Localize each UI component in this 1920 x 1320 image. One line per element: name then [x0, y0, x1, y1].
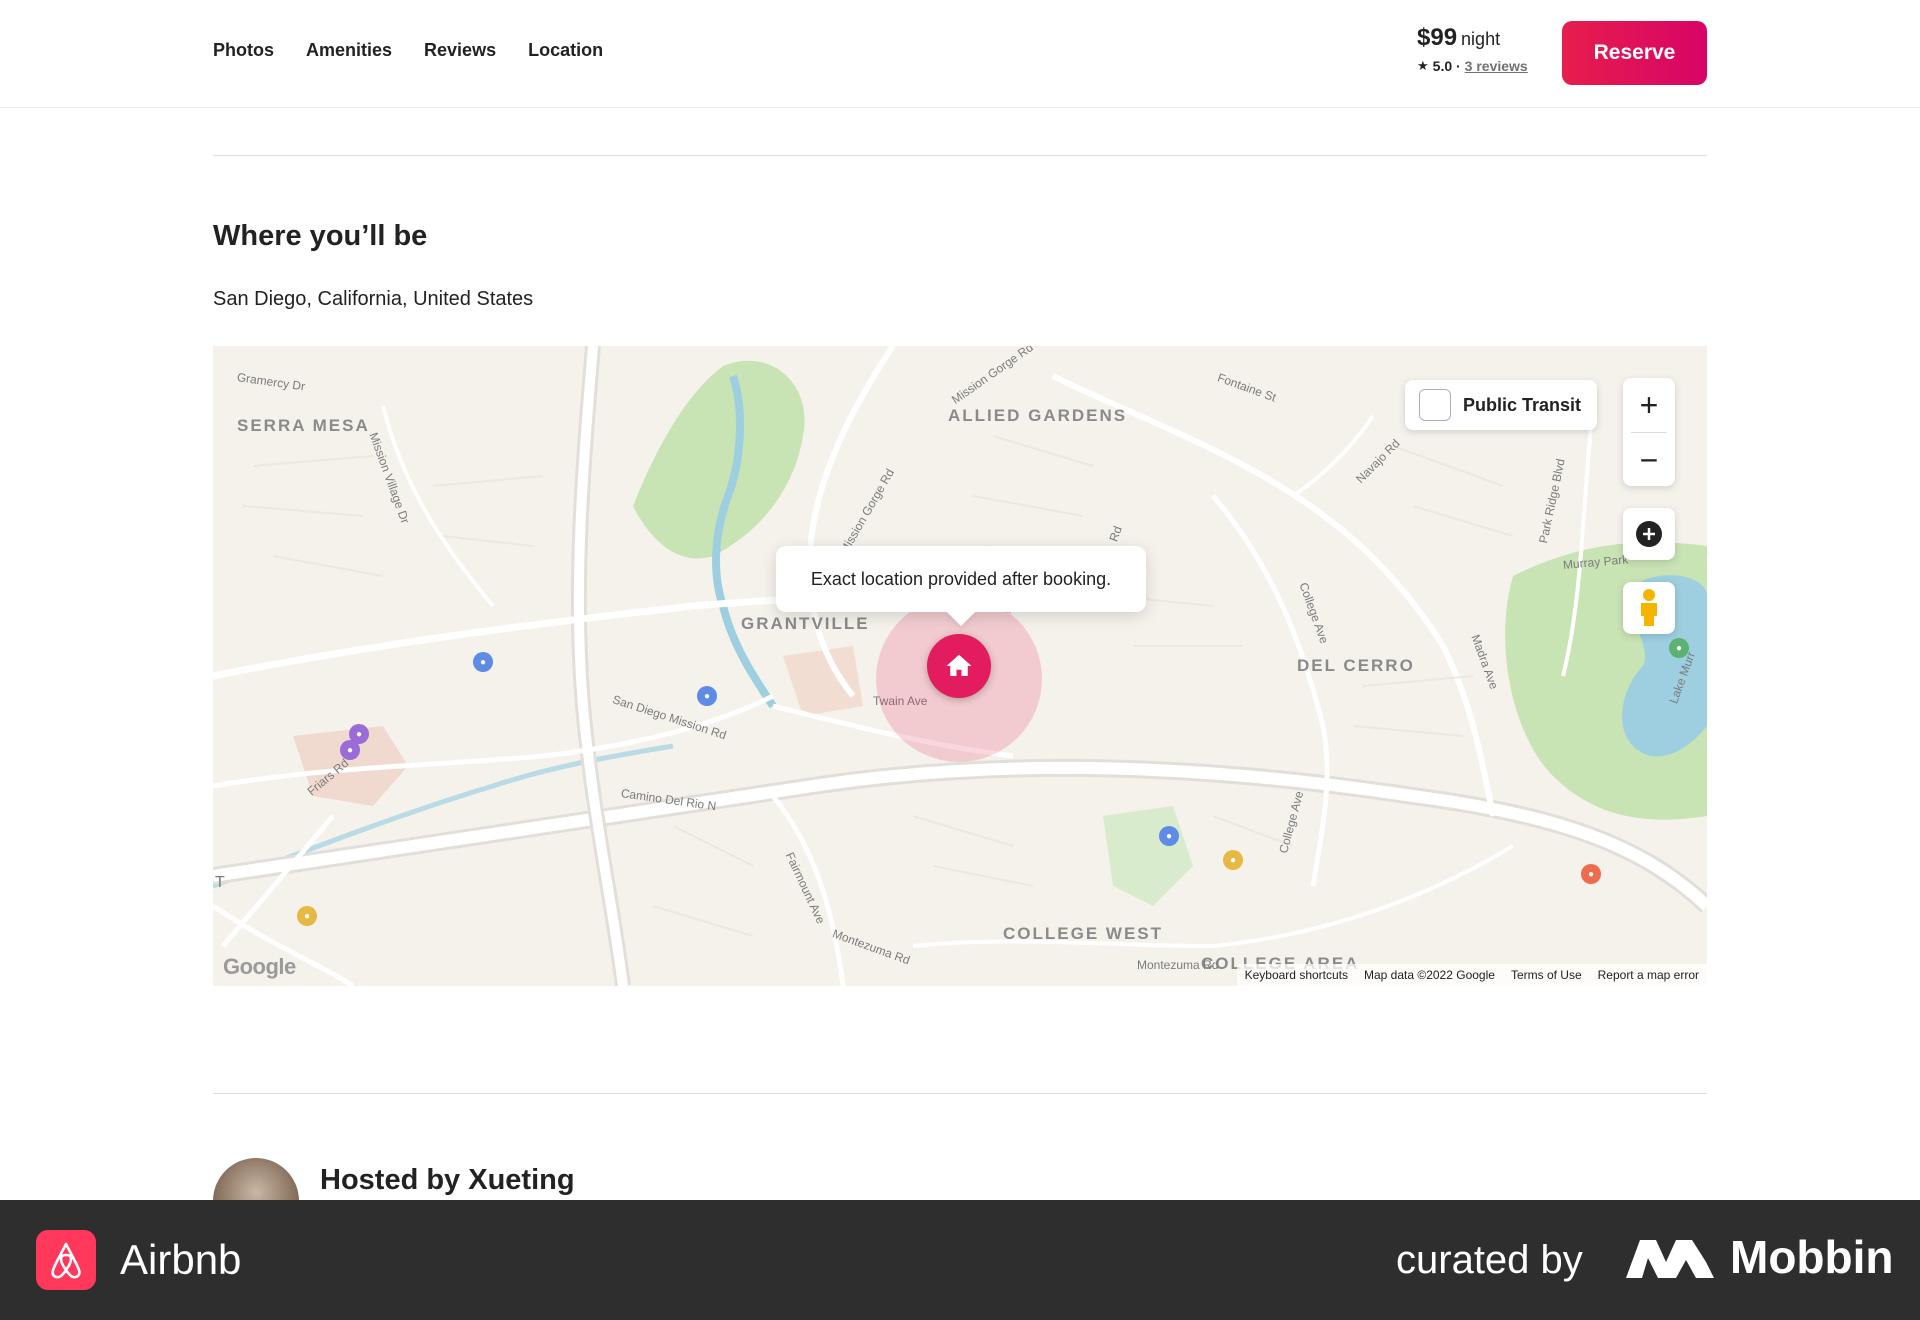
- transit-poi-icon[interactable]: ●: [1159, 826, 1179, 846]
- nav-location[interactable]: Location: [528, 40, 603, 61]
- street-label: T: [215, 874, 225, 891]
- terms-link[interactable]: Terms of Use: [1511, 968, 1582, 982]
- section-nav: Photos Amenities Reviews Location: [213, 40, 603, 61]
- area-label: ALLIED GARDENS: [948, 406, 1128, 425]
- transit-checkbox[interactable]: [1419, 389, 1451, 421]
- curated-by-text: curated by: [1396, 1238, 1583, 1282]
- keyboard-shortcuts-link[interactable]: Keyboard shortcuts: [1245, 968, 1348, 982]
- map-data-text: Map data ©2022 Google: [1364, 968, 1495, 982]
- shopping-poi-icon[interactable]: ●: [340, 740, 360, 760]
- locate-button[interactable]: [1623, 508, 1675, 560]
- public-transit-toggle[interactable]: Public Transit: [1405, 380, 1597, 430]
- transit-label: Public Transit: [1463, 394, 1582, 415]
- sticky-header: Photos Amenities Reviews Location $99 ni…: [0, 0, 1920, 108]
- price-unit: night: [1461, 29, 1501, 49]
- school-poi-icon[interactable]: ●: [1223, 850, 1243, 870]
- price-summary: $99 night ★ 5.0 · 3 reviews: [1417, 24, 1528, 74]
- zoom-controls: + −: [1623, 378, 1675, 486]
- area-label: COLLEGE WEST: [1003, 924, 1163, 943]
- home-icon: [946, 654, 972, 676]
- map[interactable]: SERRA MESA ALLIED GARDENS GRANTVILLE DEL…: [213, 346, 1707, 986]
- report-error-link[interactable]: Report a map error: [1598, 968, 1699, 982]
- reviews-link[interactable]: 3 reviews: [1465, 58, 1528, 74]
- rating-value: 5.0 ·: [1432, 58, 1461, 74]
- transit-poi-icon[interactable]: ●: [473, 652, 493, 672]
- transit-poi-icon[interactable]: ●: [697, 686, 717, 706]
- footer-banner: Airbnb curated by Mobbin: [0, 1200, 1920, 1320]
- map-attribution: Keyboard shortcuts Map data ©2022 Google…: [1236, 964, 1707, 986]
- park-poi-icon[interactable]: ●: [1669, 638, 1689, 658]
- nav-reviews[interactable]: Reviews: [424, 40, 496, 61]
- google-logo: Google: [223, 954, 296, 979]
- mobbin-brand: Mobbin: [1730, 1231, 1894, 1283]
- section-divider: [213, 1093, 1707, 1094]
- section-title: Where you’ll be: [213, 220, 428, 252]
- location-text: San Diego, California, United States: [213, 288, 534, 310]
- street-label: Montezuma Rd: [1137, 958, 1219, 972]
- area-label: DEL CERRO: [1297, 656, 1415, 675]
- section-divider: [213, 155, 1707, 156]
- nav-photos[interactable]: Photos: [213, 40, 274, 61]
- street-view-button[interactable]: [1623, 582, 1675, 634]
- location-tooltip: Exact location provided after booking.: [776, 546, 1146, 612]
- restaurant-poi-icon[interactable]: ●: [1581, 864, 1601, 884]
- zoom-in-button[interactable]: +: [1623, 378, 1675, 432]
- pegman-icon: [1641, 589, 1657, 626]
- area-label: SERRA MESA: [237, 416, 370, 435]
- host-title: Hosted by Xueting: [320, 1164, 575, 1196]
- airbnb-logo-icon: [36, 1230, 96, 1290]
- mobbin-logo-icon: [1626, 1238, 1714, 1285]
- star-icon: ★: [1417, 58, 1429, 73]
- reserve-button[interactable]: Reserve: [1562, 21, 1707, 85]
- school-poi-icon[interactable]: ●: [297, 906, 317, 926]
- area-label: GRANTVILLE: [741, 614, 870, 633]
- app-name: Airbnb: [120, 1236, 242, 1283]
- zoom-out-button[interactable]: −: [1623, 433, 1675, 487]
- plus-circle-icon: [1636, 521, 1662, 547]
- nightly-price: $99: [1417, 24, 1458, 51]
- nav-amenities[interactable]: Amenities: [306, 40, 392, 61]
- home-pin[interactable]: [927, 634, 991, 698]
